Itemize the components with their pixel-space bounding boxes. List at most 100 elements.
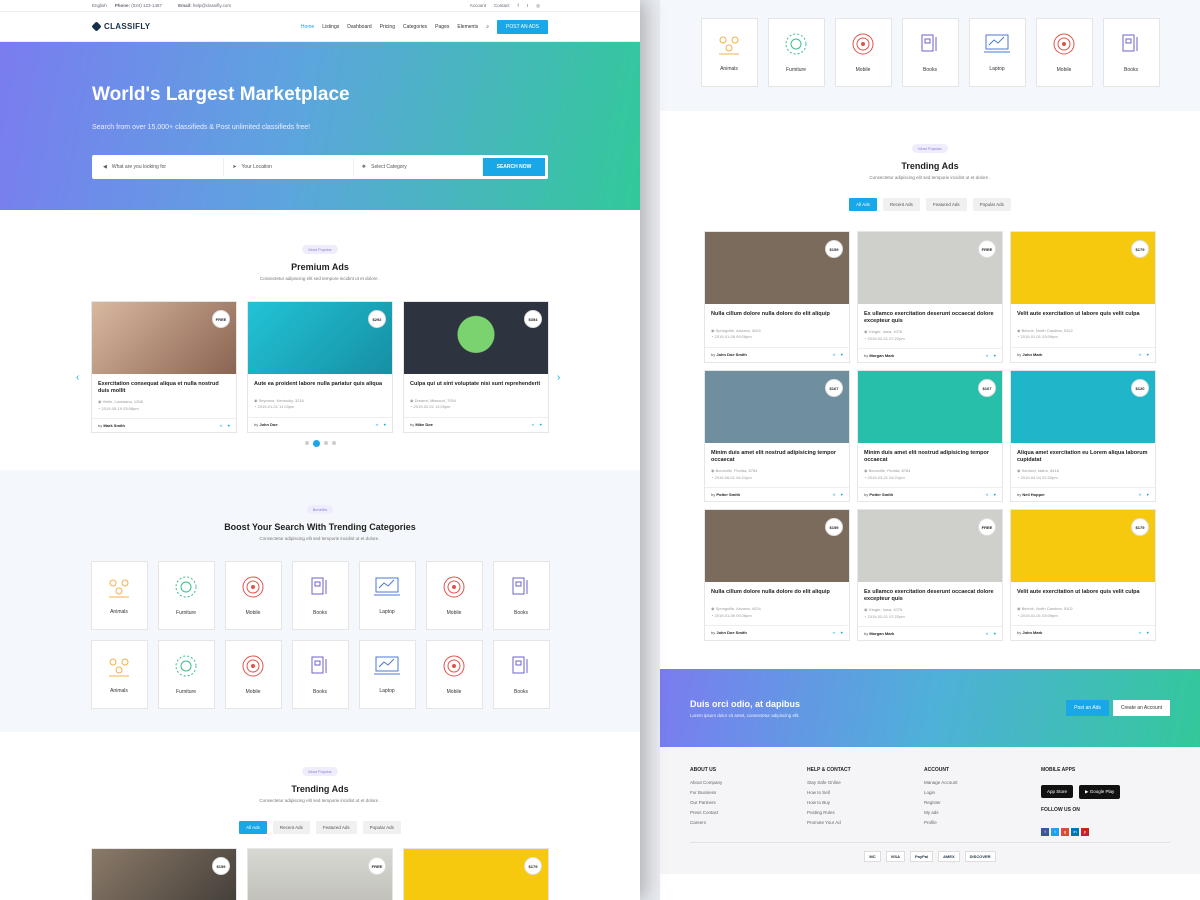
nav-item-dashboard[interactable]: Dashboard [347,24,371,30]
tab-popular-ads[interactable]: Popular Ads [972,198,1011,211]
create-account-button[interactable]: Create an Account [1112,700,1170,717]
instagram-icon[interactable]: ◎ [536,3,540,9]
search-icon[interactable]: ⌕ [486,24,489,30]
heart-icon[interactable]: ♥ [994,353,996,358]
ad-author[interactable]: Potter Smith [869,492,893,497]
logo[interactable]: CLASSIFLY [91,21,150,32]
twitter-icon[interactable]: t [527,3,528,8]
tab-recent-ads[interactable]: Recent Ads [882,198,920,211]
tab-all-ads[interactable]: All Ads [239,821,267,834]
tab-featured-ads[interactable]: Featured Ads [925,198,967,211]
heart-icon[interactable]: ♥ [1147,630,1149,635]
category-tile[interactable]: Books [291,561,349,630]
heart-icon[interactable]: ♥ [841,492,843,497]
heart-icon[interactable]: ♥ [994,631,996,636]
category-tile[interactable]: Furniture [767,18,825,87]
location-input[interactable]: ➤ Your Location [224,158,354,176]
carousel-dot[interactable] [331,441,336,446]
footer-link[interactable]: Register [924,800,1041,805]
footer-link[interactable]: Stay Safe Online [807,780,924,785]
carousel-next-icon[interactable]: › [557,372,560,383]
ad-title[interactable]: Aliqua amet exercitation eu Lorem aliqua… [1011,443,1155,468]
footer-link[interactable]: Promote Your Ad [807,820,924,825]
ad-author[interactable]: Morgan Mark [869,353,894,358]
ad-card[interactable]: $167 Minim duis amet elit nostrud adipisi… [704,370,850,503]
ad-author[interactable]: Nell Hopper [1022,492,1044,497]
footer-link[interactable]: Login [924,790,1041,795]
ad-title[interactable]: Nulla cillum dolore nulla dolore do elit… [705,304,849,328]
category-tile[interactable]: Furniture [157,640,215,709]
ad-card[interactable]: $120 Aliqua amet exercitation eu Lorem al… [1010,370,1156,503]
category-tile[interactable]: Mobile [1035,18,1093,87]
ad-author[interactable]: Potter Smith [716,492,740,497]
category-tile[interactable]: Mobile [425,640,483,709]
ad-card[interactable]: FREE Ex ullamco exercitation deserunt occ… [857,231,1003,364]
share-icon[interactable]: ⋖ [219,423,222,428]
share-icon[interactable]: ⋖ [375,422,378,427]
ad-author[interactable]: Mark Smith [103,423,125,428]
ad-card[interactable]: FREE Exercitation consequat aliqua et nu… [91,301,237,434]
ad-title[interactable]: Nulla cillum dolore nulla dolore do elit… [705,582,849,606]
google-plus-icon[interactable]: g [1061,828,1069,837]
ad-card[interactable]: FREE [247,848,393,900]
category-tile[interactable]: Laptop [358,640,416,709]
category-tile[interactable]: Books [291,640,349,709]
contact-link[interactable]: Contact [494,3,510,8]
category-select[interactable]: ❖ Select Category [354,158,483,176]
app-store-button[interactable]: App Store [1041,785,1074,799]
category-tile[interactable]: Laptop [358,561,416,630]
footer-link[interactable]: Press Contact [690,810,807,815]
share-icon[interactable]: ⋖ [985,353,988,358]
ad-title[interactable]: Aute ea proident labore nulla pariatur q… [248,374,392,398]
share-icon[interactable]: ⋖ [1138,630,1141,635]
category-tile[interactable]: Books [1102,18,1160,87]
category-tile[interactable]: Animals [90,561,148,630]
tab-featured-ads[interactable]: Featured Ads [315,821,357,834]
ad-card[interactable]: $354 Culpa qui ut sint voluptate nisi su… [403,301,549,434]
ad-title[interactable]: Ex ullamco exercitation deserunt occaeca… [858,582,1002,607]
ad-title[interactable]: Minim duis amet elit nostrud adipisicing… [858,443,1002,468]
footer-link[interactable]: Posting Rules [807,810,924,815]
footer-link[interactable]: Our Partners [690,800,807,805]
ad-title[interactable]: Culpa qui ut sint voluptate nisi sunt re… [404,374,548,398]
heart-icon[interactable]: ♥ [841,352,843,357]
linkedin-icon[interactable]: in [1071,828,1079,837]
heart-icon[interactable]: ♥ [1147,492,1149,497]
tab-popular-ads[interactable]: Popular Ads [362,821,401,834]
ad-card[interactable]: $159 Nulla cillum dolore nulla dolore do … [704,231,850,364]
ad-title[interactable]: Velit aute exercitation ut labore quis v… [1011,304,1155,328]
footer-link[interactable]: Careers [690,820,807,825]
ad-card[interactable]: $179 [403,848,549,900]
carousel-prev-icon[interactable]: ‹ [76,372,79,383]
heart-icon[interactable]: ♥ [994,492,996,497]
ad-card[interactable]: $179 Velit aute exercitation ut labore qu… [1010,231,1156,364]
ad-card[interactable]: $159 Nulla cillum dolore nulla dolore do … [704,509,850,642]
heart-icon[interactable]: ♥ [1147,352,1149,357]
footer-link[interactable]: About Company [690,780,807,785]
ad-title[interactable]: Exercitation consequat aliqua et nulla n… [92,374,236,399]
heart-icon[interactable]: ♥ [540,422,542,427]
facebook-icon[interactable]: f [1041,828,1049,837]
post-ad-button[interactable]: POST AN ADS [497,19,548,34]
nav-item-elements[interactable]: Elements [457,24,478,30]
twitter-icon[interactable]: t [1051,828,1059,837]
ad-title[interactable]: Minim duis amet elit nostrud adipisicing… [705,443,849,468]
pinterest-icon[interactable]: p [1081,828,1089,837]
share-icon[interactable]: ⋖ [832,630,835,635]
share-icon[interactable]: ⋖ [832,352,835,357]
share-icon[interactable]: ⋖ [985,492,988,497]
footer-link[interactable]: How to Sell [807,790,924,795]
category-tile[interactable]: Books [901,18,959,87]
facebook-icon[interactable]: f [518,3,519,8]
nav-item-categories[interactable]: Categories [403,24,427,30]
heart-icon[interactable]: ♥ [384,422,386,427]
nav-item-pages[interactable]: Pages [435,24,449,30]
heart-icon[interactable]: ♥ [841,630,843,635]
ad-card[interactable]: $167 Minim duis amet elit nostrud adipisi… [857,370,1003,503]
category-tile[interactable]: Animals [700,18,758,87]
footer-link[interactable]: How to Buy [807,800,924,805]
carousel-dot-active[interactable] [312,439,320,447]
ad-author[interactable]: Morgan Mark [869,631,894,636]
ad-card[interactable]: $159 [91,848,237,900]
ad-title[interactable]: Velit aute exercitation ut labore quis v… [1011,582,1155,606]
